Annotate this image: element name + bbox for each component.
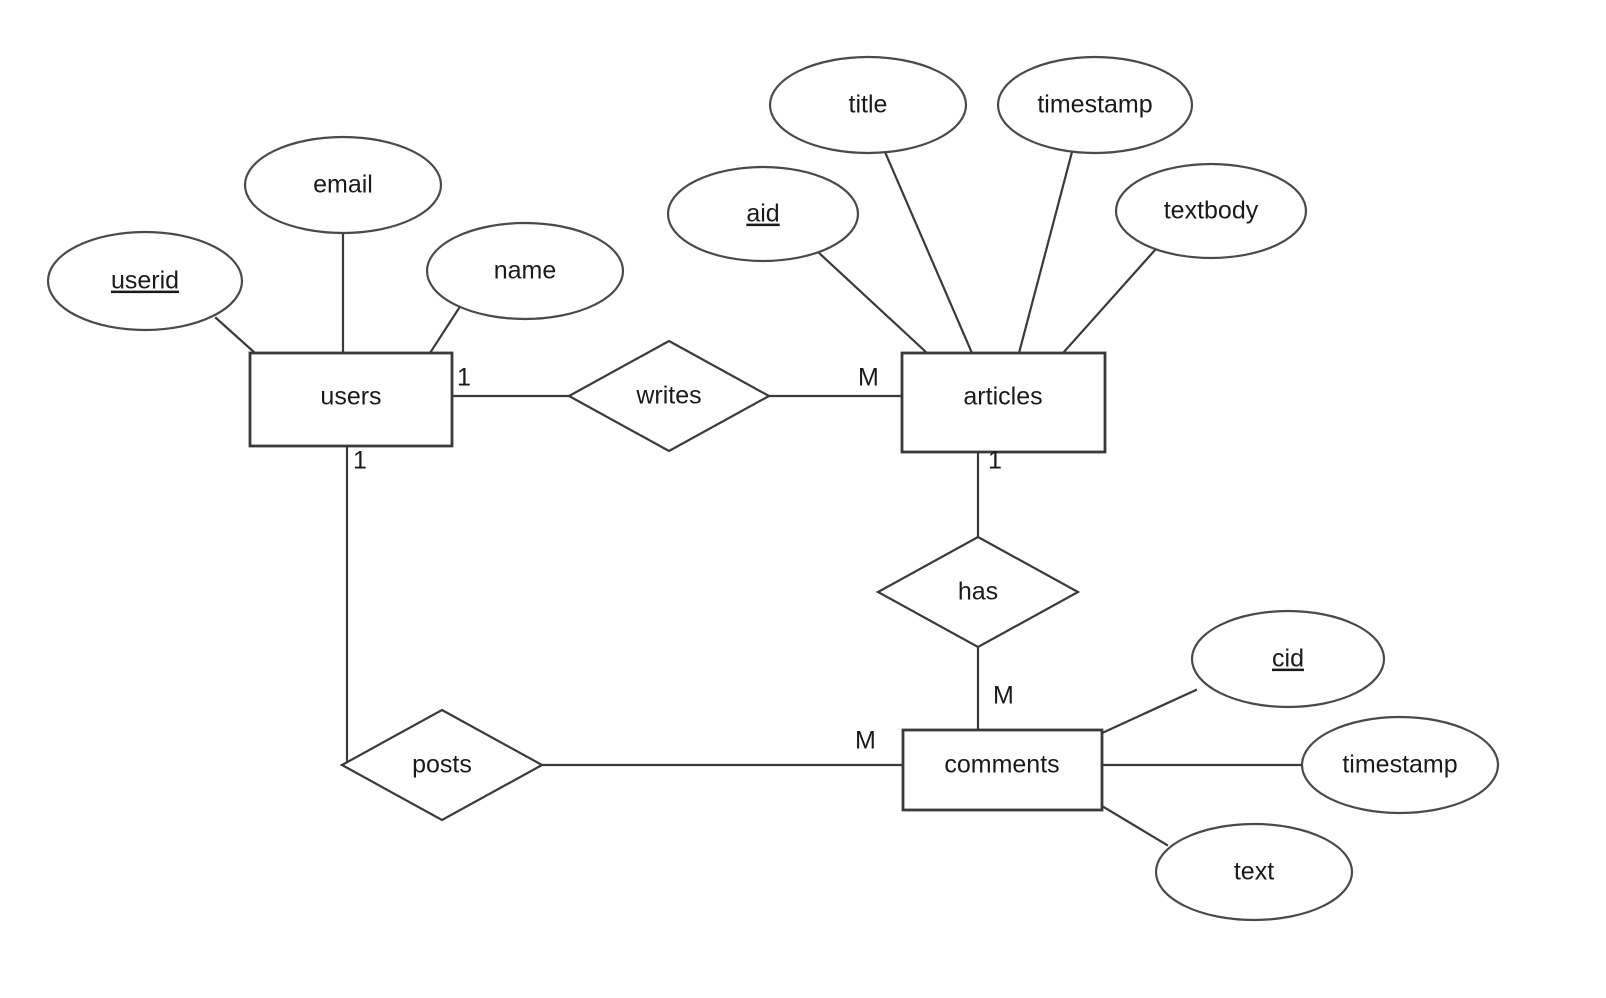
edge-textbody-articles bbox=[1061, 248, 1157, 355]
attribute-comments-timestamp[interactable]: timestamp bbox=[1300, 715, 1500, 815]
attribute-cid[interactable]: cid bbox=[1190, 609, 1386, 709]
entity-comments[interactable]: comments bbox=[901, 728, 1104, 812]
edge-cid-comments bbox=[1100, 688, 1198, 735]
relationship-writes[interactable]: writes bbox=[566, 339, 772, 453]
cardinality-posts-comments: M bbox=[855, 727, 876, 755]
attribute-nodes: userid email name aid title timestamp te… bbox=[46, 55, 1500, 922]
attribute-articles-timestamp-label: timestamp bbox=[1037, 91, 1152, 119]
edge-title-articles bbox=[883, 150, 974, 355]
edge-userid-users bbox=[214, 316, 257, 355]
edge-articlestimestamp-articles bbox=[1017, 150, 1074, 355]
attribute-textbody[interactable]: textbody bbox=[1114, 162, 1308, 260]
attribute-userid-label: userid bbox=[111, 267, 179, 295]
er-diagram-svg: userid email name aid title timestamp te… bbox=[46, 55, 1500, 922]
entity-articles[interactable]: articles bbox=[900, 351, 1107, 454]
attribute-email[interactable]: email bbox=[243, 135, 443, 235]
attribute-name-label: name bbox=[494, 257, 557, 285]
cardinality-articles-has: 1 bbox=[988, 447, 1002, 475]
entity-articles-label: articles bbox=[963, 383, 1042, 411]
cardinality-users-posts: 1 bbox=[353, 447, 367, 475]
attribute-comments-timestamp-label: timestamp bbox=[1342, 751, 1457, 779]
attribute-title-label: title bbox=[849, 91, 888, 119]
relationship-posts-label: posts bbox=[412, 751, 472, 779]
edge-name-users bbox=[428, 303, 463, 355]
cardinality-users-writes: 1 bbox=[457, 364, 471, 392]
er-diagram-canvas: userid email name aid title timestamp te… bbox=[0, 0, 1606, 998]
cardinality-writes-articles: M bbox=[858, 364, 879, 392]
attribute-text[interactable]: text bbox=[1154, 822, 1354, 922]
attribute-textbody-label: textbody bbox=[1164, 197, 1259, 225]
attribute-cid-label: cid bbox=[1272, 645, 1304, 673]
relationship-posts[interactable]: posts bbox=[339, 708, 545, 822]
entity-users-label: users bbox=[320, 383, 381, 411]
cardinality-has-comments: M bbox=[993, 682, 1014, 710]
attribute-name[interactable]: name bbox=[425, 221, 625, 321]
attribute-aid[interactable]: aid bbox=[666, 165, 860, 263]
relationship-has[interactable]: has bbox=[875, 535, 1081, 649]
entity-comments-label: comments bbox=[944, 751, 1059, 779]
relationship-writes-label: writes bbox=[635, 382, 701, 410]
edge-aid-articles bbox=[816, 250, 929, 355]
relationship-has-label: has bbox=[958, 578, 998, 606]
attribute-text-label: text bbox=[1234, 858, 1274, 886]
attribute-articles-timestamp[interactable]: timestamp bbox=[996, 55, 1194, 155]
attribute-userid[interactable]: userid bbox=[46, 230, 244, 332]
entity-users[interactable]: users bbox=[248, 351, 454, 448]
attribute-email-label: email bbox=[313, 171, 373, 199]
attribute-title[interactable]: title bbox=[768, 55, 968, 155]
edge-text-comments bbox=[1100, 804, 1169, 847]
attribute-aid-label: aid bbox=[746, 200, 779, 228]
